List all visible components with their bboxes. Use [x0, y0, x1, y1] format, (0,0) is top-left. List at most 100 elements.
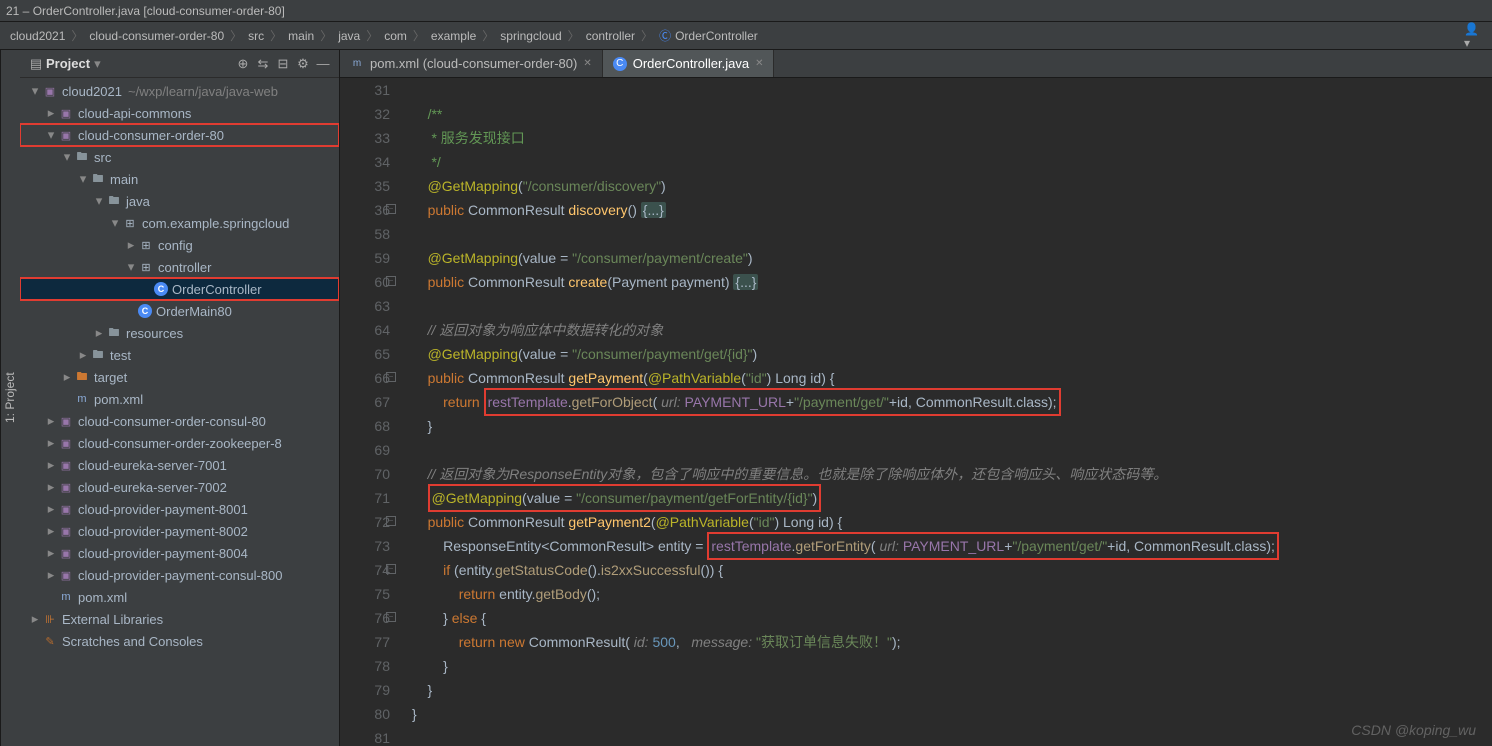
tree-twisty-icon[interactable]: ▸: [44, 457, 58, 473]
tree-row[interactable]: ▸🖿target: [20, 366, 339, 388]
class-icon: C: [138, 304, 152, 318]
tree-row[interactable]: mpom.xml: [20, 388, 339, 410]
collapse-icon[interactable]: ⊟: [273, 54, 293, 74]
fold-icon[interactable]: −: [386, 612, 396, 622]
tree-twisty-icon[interactable]: ▾: [92, 193, 106, 209]
crumb[interactable]: controller: [584, 29, 637, 43]
tree-twisty-icon[interactable]: ▸: [124, 237, 138, 253]
line-number: 35: [340, 174, 390, 198]
file-icon: C: [613, 57, 627, 71]
tree-row[interactable]: ▸▣cloud-eureka-server-7001: [20, 454, 339, 476]
editor-tab[interactable]: mpom.xml (cloud-consumer-order-80)✕: [340, 50, 603, 77]
line-number: 69: [340, 438, 390, 462]
tree-twisty-icon[interactable]: ▾: [28, 83, 42, 99]
tree-row[interactable]: ▸🖿 test: [20, 344, 339, 366]
tree-twisty-icon[interactable]: ▸: [44, 501, 58, 517]
line-number: 66−: [340, 366, 390, 390]
fold-icon[interactable]: −: [386, 204, 396, 214]
crumb[interactable]: com: [382, 29, 409, 43]
tree-label: cloud2021: [62, 84, 122, 99]
tree-twisty-icon[interactable]: ▸: [76, 347, 90, 363]
tree-twisty-icon[interactable]: ▸: [44, 413, 58, 429]
tree-row[interactable]: ▾▣cloud2021~/wxp/learn/java/java-web: [20, 80, 339, 102]
tree-label: cloud-provider-payment-8002: [78, 524, 248, 539]
tree-twisty-icon[interactable]: ▾: [44, 127, 58, 143]
crumb[interactable]: cloud2021: [8, 29, 67, 43]
line-number: 72−: [340, 510, 390, 534]
user-icon[interactable]: 👤▾: [1464, 26, 1484, 46]
tree-twisty-icon[interactable]: ▸: [28, 611, 42, 627]
tree-label: com.example.springcloud: [142, 216, 289, 231]
tree-label: OrderMain80: [156, 304, 232, 319]
hide-icon[interactable]: —: [313, 54, 333, 74]
tree-row[interactable]: ▸▣cloud-provider-payment-8004: [20, 542, 339, 564]
line-number: 78: [340, 654, 390, 678]
tree-twisty-icon[interactable]: ▸: [44, 523, 58, 539]
tree-row[interactable]: ▸▣cloud-consumer-order-zookeeper-8: [20, 432, 339, 454]
tree-row[interactable]: ▾🖿main: [20, 168, 339, 190]
project-tool-tab[interactable]: 1: Project: [0, 50, 20, 746]
tree-row[interactable]: COrderController: [20, 278, 339, 300]
breadcrumb: cloud2021〉cloud-consumer-order-80〉src〉ma…: [0, 22, 1492, 50]
tree-twisty-icon[interactable]: ▾: [60, 149, 74, 165]
tree-row[interactable]: ▾🖿java: [20, 190, 339, 212]
tree-row[interactable]: ▸▣cloud-eureka-server-7002: [20, 476, 339, 498]
tree-row[interactable]: ▸🖿resources: [20, 322, 339, 344]
fold-icon[interactable]: −: [386, 276, 396, 286]
close-icon[interactable]: ✕: [583, 58, 591, 69]
tree-row[interactable]: ▸▣cloud-provider-payment-consul-800: [20, 564, 339, 586]
gear-icon[interactable]: ⚙: [293, 54, 313, 74]
chevron-right-icon: 〉: [320, 27, 332, 44]
tree-twisty-icon[interactable]: ▾: [108, 215, 122, 231]
tree-twisty-icon[interactable]: ▸: [92, 325, 106, 341]
excluded-icon: 🖿: [74, 369, 90, 385]
line-number: 64: [340, 318, 390, 342]
tree-twisty-icon[interactable]: ▾: [76, 171, 90, 187]
project-tree[interactable]: ▾▣cloud2021~/wxp/learn/java/java-web▸▣cl…: [20, 78, 339, 746]
fold-icon[interactable]: −: [386, 564, 396, 574]
fold-icon[interactable]: −: [386, 372, 396, 382]
crumb[interactable]: java: [336, 29, 362, 43]
tree-row[interactable]: ▸▣cloud-provider-payment-8002: [20, 520, 339, 542]
code[interactable]: /** * 服务发现接口 */ @GetMapping("/consumer/d…: [400, 78, 1492, 746]
tree-twisty-icon[interactable]: ▸: [44, 479, 58, 495]
folder-icon: 🖿: [90, 347, 106, 363]
crumb[interactable]: ⒸOrderController: [657, 27, 760, 44]
tree-row[interactable]: ✎Scratches and Consoles: [20, 630, 339, 652]
tree-label: test: [110, 348, 131, 363]
tree-row[interactable]: ▾⊞controller: [20, 256, 339, 278]
close-icon[interactable]: ✕: [755, 58, 763, 69]
tree-twisty-icon[interactable]: ▾: [124, 259, 138, 275]
tree-row[interactable]: ▸⊞config: [20, 234, 339, 256]
tree-row[interactable]: C OrderMain80: [20, 300, 339, 322]
fold-icon[interactable]: −: [386, 516, 396, 526]
locate-icon[interactable]: ⊕: [233, 54, 253, 74]
tree-row[interactable]: ▸▣cloud-consumer-order-consul-80: [20, 410, 339, 432]
gutter: 313233343536−585960−63646566−67686970717…: [340, 78, 400, 746]
tree-twisty-icon[interactable]: ▸: [44, 567, 58, 583]
crumb[interactable]: example: [429, 29, 478, 43]
crumb[interactable]: cloud-consumer-order-80: [87, 29, 226, 43]
tree-row[interactable]: ▸▣cloud-api-commons: [20, 102, 339, 124]
crumb[interactable]: src: [246, 29, 266, 43]
scratch-icon: ✎: [42, 633, 58, 649]
editor-body[interactable]: 313233343536−585960−63646566−67686970717…: [340, 78, 1492, 746]
crumb[interactable]: main: [286, 29, 316, 43]
editor-tab[interactable]: COrderController.java✕: [603, 50, 775, 77]
dropdown-icon[interactable]: ▾: [94, 56, 101, 72]
tree-row[interactable]: ▸⊪External Libraries: [20, 608, 339, 630]
tree-row[interactable]: ▸▣cloud-provider-payment-8001: [20, 498, 339, 520]
tree-twisty-icon[interactable]: ▸: [44, 105, 58, 121]
module-icon: ▣: [58, 457, 74, 473]
tree-row[interactable]: ▾⊞ com.example.springcloud: [20, 212, 339, 234]
tree-twisty-icon[interactable]: ▸: [60, 369, 74, 385]
tree-row[interactable]: ▾▣cloud-consumer-order-80: [20, 124, 339, 146]
tree-row[interactable]: mpom.xml: [20, 586, 339, 608]
crumb[interactable]: springcloud: [498, 29, 563, 43]
tree-twisty-icon[interactable]: ▸: [44, 545, 58, 561]
tree-row[interactable]: ▾🖿src: [20, 146, 339, 168]
pkg-icon: ⊞: [122, 215, 138, 231]
chevron-right-icon: 〉: [71, 27, 83, 44]
tree-twisty-icon[interactable]: ▸: [44, 435, 58, 451]
expand-icon[interactable]: ⇆: [253, 54, 273, 74]
